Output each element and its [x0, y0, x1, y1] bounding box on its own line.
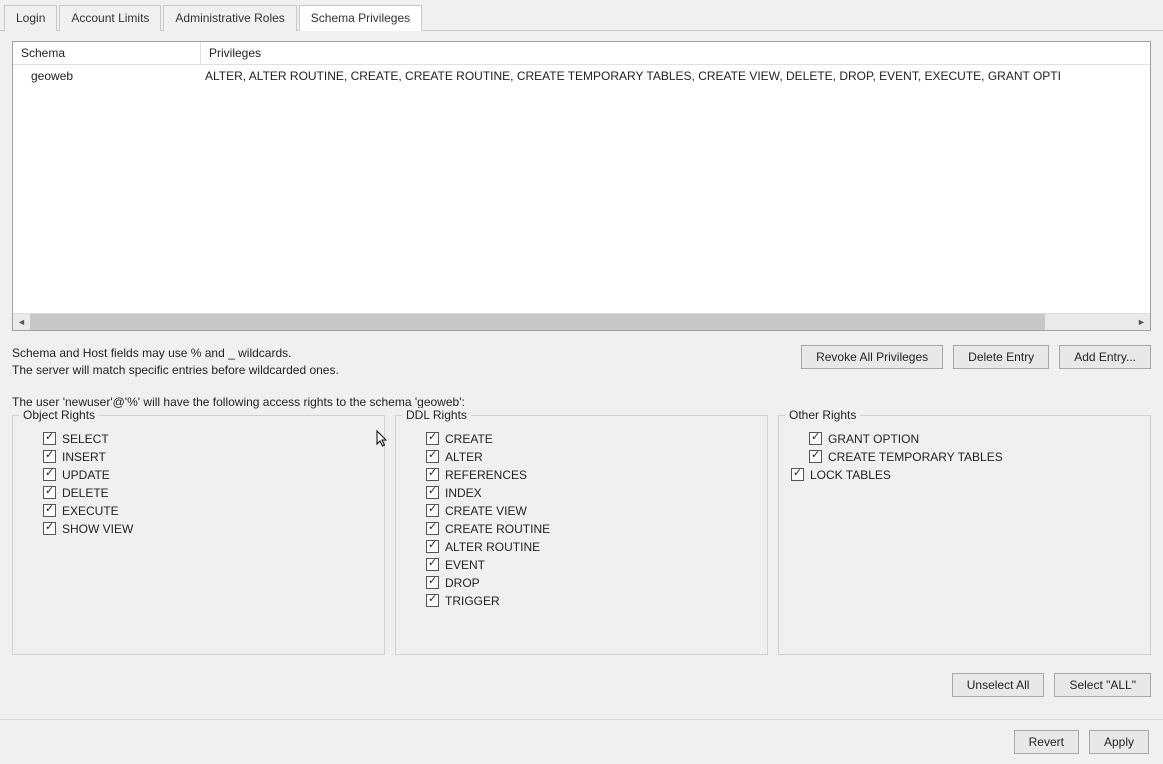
footer-button-bar: Revert Apply — [0, 719, 1163, 764]
checkbox-icon[interactable] — [426, 558, 439, 571]
ddl-right-label: EVENT — [445, 558, 485, 572]
ddl-right-label: CREATE ROUTINE — [445, 522, 550, 536]
checkbox-icon[interactable] — [426, 594, 439, 607]
object-right-item[interactable]: SHOW VIEW — [43, 520, 372, 538]
other-rights-panel: Other Rights GRANT OPTIONCREATE TEMPORAR… — [778, 415, 1151, 655]
ddl-right-item[interactable]: TRIGGER — [426, 592, 755, 610]
ddl-rights-title: DDL Rights — [402, 408, 471, 422]
horizontal-scrollbar[interactable]: ◄ ► — [13, 313, 1150, 330]
cell-schema: geoweb — [13, 67, 201, 85]
select-all-button[interactable]: Select "ALL" — [1054, 673, 1151, 697]
scroll-thumb[interactable] — [30, 314, 1045, 330]
checkbox-icon[interactable] — [426, 486, 439, 499]
checkbox-icon[interactable] — [809, 432, 822, 445]
tab-admin-roles[interactable]: Administrative Roles — [163, 5, 296, 31]
revert-button[interactable]: Revert — [1014, 730, 1079, 754]
col-schema[interactable]: Schema — [13, 42, 201, 64]
add-entry-button[interactable]: Add Entry... — [1059, 345, 1151, 369]
object-right-item[interactable]: SELECT — [43, 430, 372, 448]
hint-line-1: Schema and Host fields may use % and _ w… — [12, 346, 291, 360]
col-privileges[interactable]: Privileges — [201, 42, 1150, 64]
scroll-left-icon[interactable]: ◄ — [13, 314, 30, 331]
checkbox-icon[interactable] — [809, 450, 822, 463]
apply-button[interactable]: Apply — [1089, 730, 1149, 754]
access-rights-line: The user 'newuser'@'%' will have the fol… — [12, 395, 1151, 409]
checkbox-icon[interactable] — [426, 540, 439, 553]
table-row[interactable]: geoweb ALTER, ALTER ROUTINE, CREATE, CRE… — [13, 65, 1150, 87]
ddl-right-label: REFERENCES — [445, 468, 527, 482]
object-right-item[interactable]: UPDATE — [43, 466, 372, 484]
ddl-right-label: CREATE VIEW — [445, 504, 527, 518]
object-right-label: DELETE — [62, 486, 109, 500]
other-right-item[interactable]: GRANT OPTION — [791, 430, 1138, 448]
object-rights-panel: Object Rights SELECTINSERTUPDATEDELETEEX… — [12, 415, 385, 655]
object-right-item[interactable]: DELETE — [43, 484, 372, 502]
checkbox-icon[interactable] — [43, 504, 56, 517]
ddl-rights-panel: DDL Rights CREATEALTERREFERENCESINDEXCRE… — [395, 415, 768, 655]
checkbox-icon[interactable] — [43, 432, 56, 445]
checkbox-icon[interactable] — [426, 522, 439, 535]
checkbox-icon[interactable] — [426, 432, 439, 445]
ddl-right-item[interactable]: CREATE VIEW — [426, 502, 755, 520]
delete-entry-button[interactable]: Delete Entry — [953, 345, 1049, 369]
other-rights-title: Other Rights — [785, 408, 860, 422]
other-right-item[interactable]: LOCK TABLES — [791, 466, 1138, 484]
tab-schema-privileges[interactable]: Schema Privileges — [299, 5, 422, 31]
revoke-all-button[interactable]: Revoke All Privileges — [801, 345, 943, 369]
ddl-right-item[interactable]: CREATE ROUTINE — [426, 520, 755, 538]
tab-bar: Login Account Limits Administrative Role… — [0, 0, 1163, 30]
ddl-right-item[interactable]: REFERENCES — [426, 466, 755, 484]
scroll-track[interactable] — [30, 314, 1133, 330]
checkbox-icon[interactable] — [43, 522, 56, 535]
ddl-right-label: DROP — [445, 576, 480, 590]
ddl-right-item[interactable]: ALTER ROUTINE — [426, 538, 755, 556]
ddl-right-item[interactable]: DROP — [426, 574, 755, 592]
object-right-item[interactable]: INSERT — [43, 448, 372, 466]
checkbox-icon[interactable] — [426, 468, 439, 481]
ddl-right-item[interactable]: INDEX — [426, 484, 755, 502]
object-right-label: UPDATE — [62, 468, 110, 482]
unselect-all-button[interactable]: Unselect All — [952, 673, 1045, 697]
ddl-right-item[interactable]: CREATE — [426, 430, 755, 448]
cell-privileges: ALTER, ALTER ROUTINE, CREATE, CREATE ROU… — [201, 67, 1150, 85]
ddl-right-item[interactable]: ALTER — [426, 448, 755, 466]
ddl-right-label: TRIGGER — [445, 594, 500, 608]
wildcard-hint: Schema and Host fields may use % and _ w… — [12, 345, 339, 379]
checkbox-icon[interactable] — [43, 486, 56, 499]
scroll-right-icon[interactable]: ► — [1133, 314, 1150, 331]
object-rights-title: Object Rights — [19, 408, 99, 422]
checkbox-icon[interactable] — [426, 450, 439, 463]
object-right-label: SHOW VIEW — [62, 522, 133, 536]
other-right-item[interactable]: CREATE TEMPORARY TABLES — [791, 448, 1138, 466]
ddl-right-label: ALTER ROUTINE — [445, 540, 540, 554]
tab-login[interactable]: Login — [4, 5, 57, 31]
rights-panels: Object Rights SELECTINSERTUPDATEDELETEEX… — [12, 415, 1151, 655]
tab-content: Schema Privileges geoweb ALTER, ALTER RO… — [0, 30, 1163, 730]
object-right-label: SELECT — [62, 432, 109, 446]
checkbox-icon[interactable] — [43, 450, 56, 463]
ddl-right-label: INDEX — [445, 486, 482, 500]
schema-privileges-table: Schema Privileges geoweb ALTER, ALTER RO… — [12, 41, 1151, 331]
object-right-label: INSERT — [62, 450, 106, 464]
other-right-label: CREATE TEMPORARY TABLES — [828, 450, 1003, 464]
table-header: Schema Privileges — [13, 42, 1150, 65]
checkbox-icon[interactable] — [43, 468, 56, 481]
object-right-item[interactable]: EXECUTE — [43, 502, 372, 520]
checkbox-icon[interactable] — [426, 576, 439, 589]
ddl-right-label: CREATE — [445, 432, 493, 446]
other-right-label: LOCK TABLES — [810, 468, 891, 482]
ddl-right-item[interactable]: EVENT — [426, 556, 755, 574]
table-body[interactable]: geoweb ALTER, ALTER ROUTINE, CREATE, CRE… — [13, 65, 1150, 313]
checkbox-icon[interactable] — [426, 504, 439, 517]
ddl-right-label: ALTER — [445, 450, 483, 464]
tab-account-limits[interactable]: Account Limits — [59, 5, 161, 31]
object-right-label: EXECUTE — [62, 504, 119, 518]
checkbox-icon[interactable] — [791, 468, 804, 481]
other-right-label: GRANT OPTION — [828, 432, 919, 446]
hint-line-2: The server will match specific entries b… — [12, 363, 339, 377]
